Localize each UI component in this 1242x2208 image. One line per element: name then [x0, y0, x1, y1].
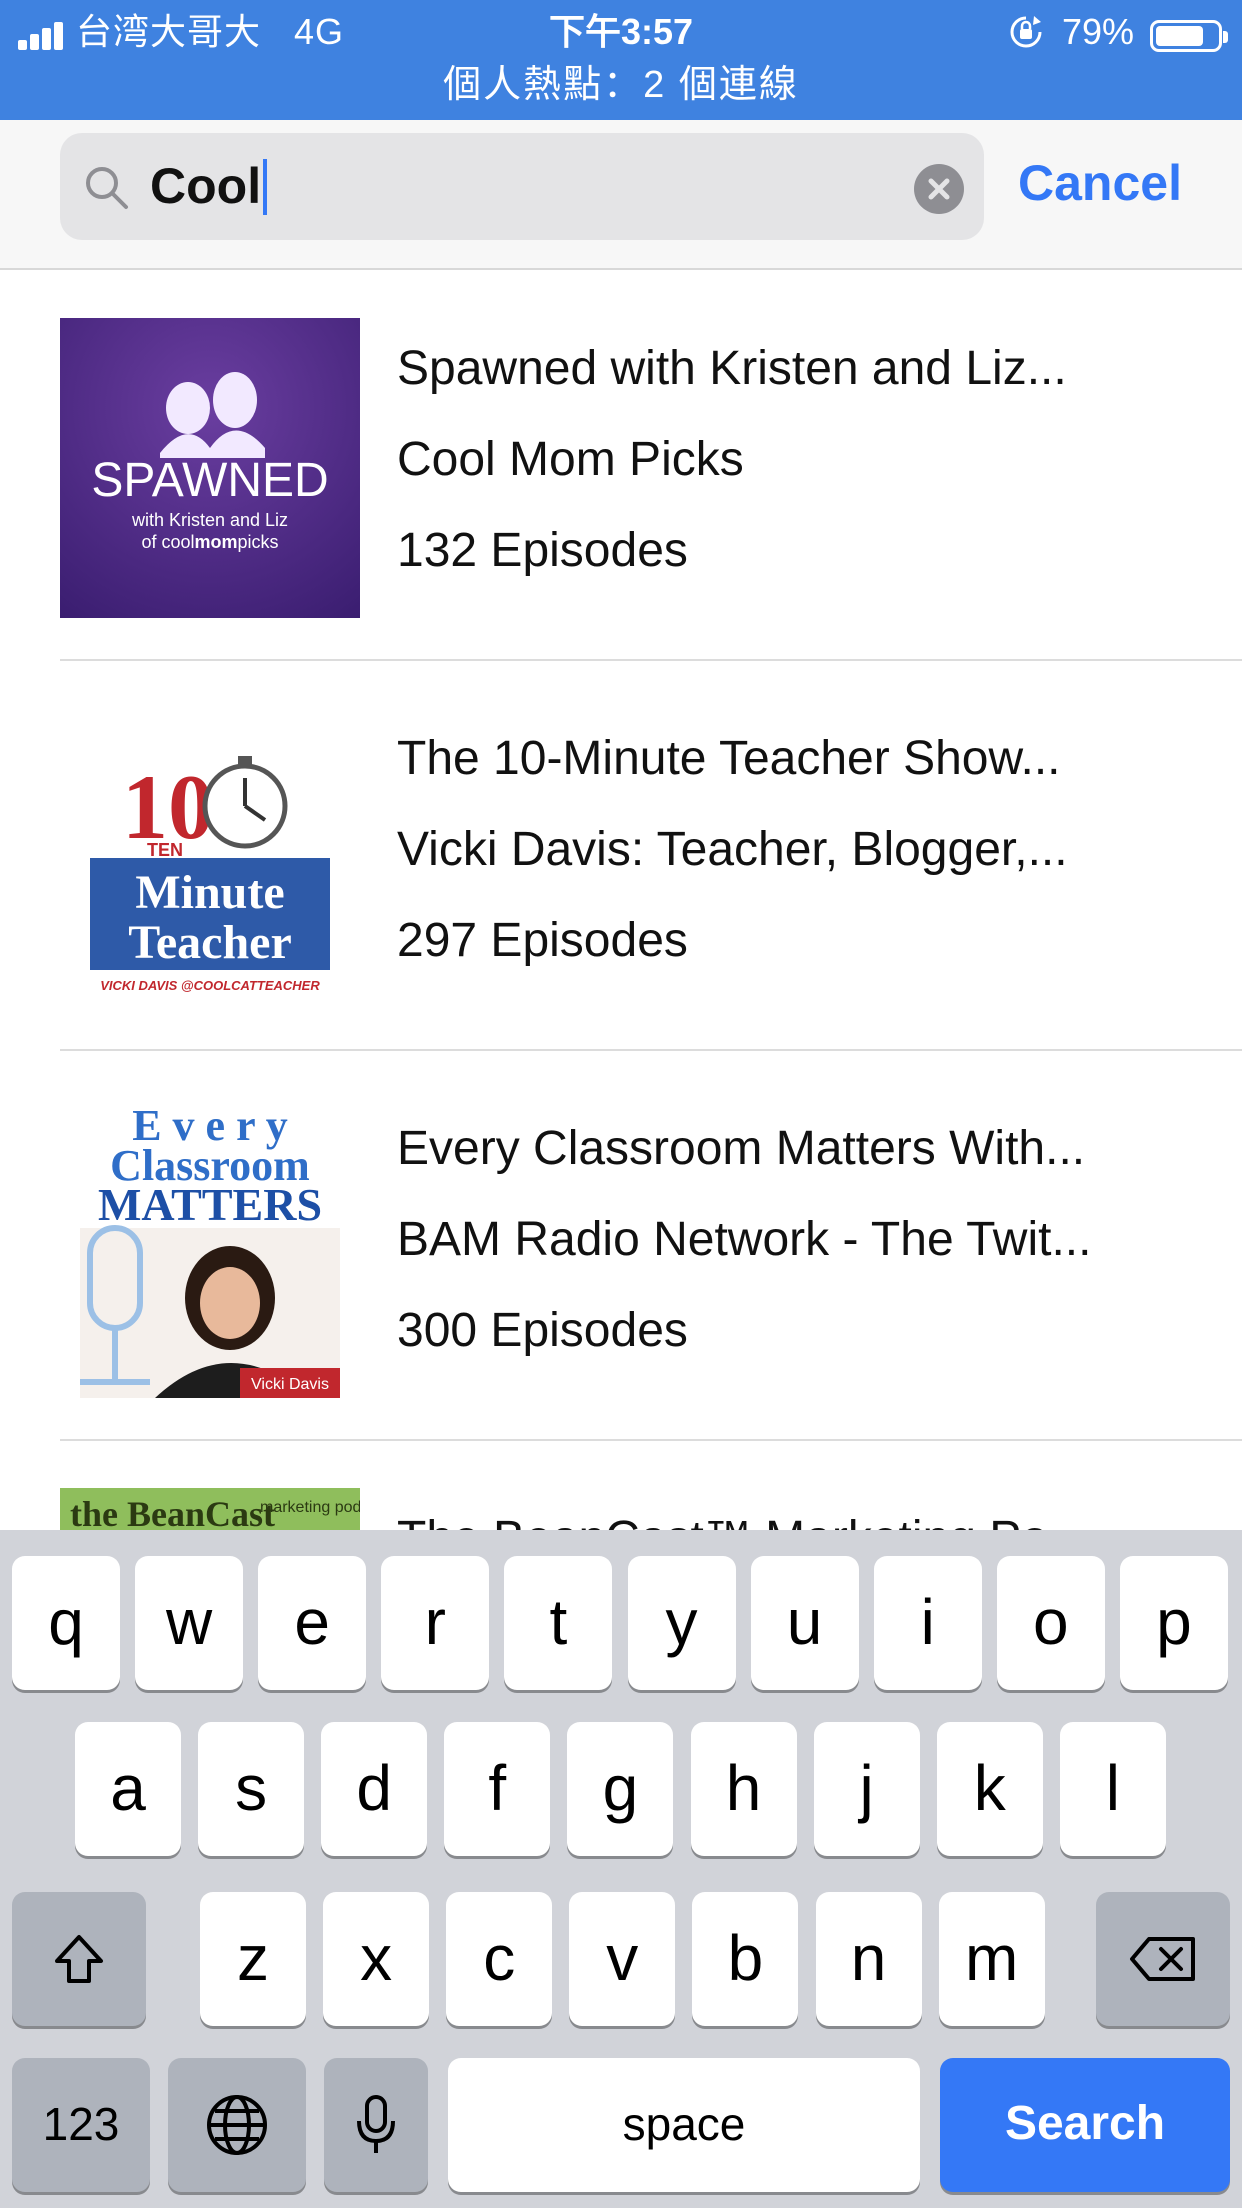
dictation-key[interactable] [324, 2058, 428, 2192]
artwork-line3: MATTERS [98, 1179, 322, 1230]
microphone-icon [357, 2095, 395, 2153]
key[interactable]: u [750, 1556, 859, 1690]
key[interactable]: b [692, 1892, 799, 2026]
artwork-byline: VICKI DAVIS @COOLCATTEACHER [100, 978, 320, 993]
artwork-line2: Teacher [128, 916, 292, 969]
battery-percent: 79% [1062, 11, 1135, 52]
search-key[interactable]: Search [940, 2058, 1230, 2192]
artwork-title: SPAWNED [91, 454, 328, 507]
key[interactable]: r [381, 1556, 490, 1690]
key[interactable]: k [936, 1722, 1043, 1856]
space-key[interactable]: space [448, 2058, 920, 2192]
hotspot-banner[interactable]: 個人熱點：2 個連線 [0, 60, 1242, 110]
podcast-title: Every Classroom Matters With... [397, 1122, 1086, 1175]
key[interactable]: p [1119, 1556, 1228, 1690]
key[interactable]: v [569, 1892, 676, 2026]
podcast-artwork-10-minute-teacher: 10 TEN Minute Teacher VICKI DAVIS @COOLC… [60, 708, 360, 1008]
clear-search-icon[interactable] [914, 164, 964, 214]
artwork-title: the BeanCast [70, 1494, 275, 1534]
search-input[interactable]: Cool [60, 133, 984, 240]
search-bar: Cool Cancel [0, 120, 1242, 270]
clock: 下午3:57 [548, 11, 694, 52]
result-row[interactable]: SPAWNED with Kristen and Liz of coolmomp… [60, 271, 1242, 661]
key[interactable]: z [200, 1892, 306, 2026]
search-query[interactable]: Cool [150, 155, 268, 217]
artwork-illustration: SPAWNED with Kristen and Liz of coolmomp… [91, 372, 329, 552]
key[interactable]: d [321, 1722, 428, 1856]
search-icon [86, 167, 128, 209]
artwork-subtitle-2: of coolmompicks [141, 532, 278, 552]
key[interactable]: s [198, 1722, 305, 1856]
key[interactable]: h [690, 1722, 797, 1856]
podcast-author: Vicki Davis: Teacher, Blogger,... [397, 823, 1068, 876]
key[interactable]: t [504, 1556, 613, 1690]
result-row[interactable]: E v e r y Classroom MATTERS Vicki Davis … [60, 1051, 1242, 1441]
key[interactable]: a [75, 1722, 181, 1856]
artwork-tag: marketing podcast [260, 1499, 360, 1516]
artwork-line1: Minute [135, 866, 284, 919]
rotation-lock-icon [1010, 16, 1042, 48]
episode-count: 297 Episodes [397, 914, 688, 967]
key[interactable]: l [1059, 1722, 1166, 1856]
shift-icon [55, 1935, 103, 1983]
key[interactable]: c [446, 1892, 553, 2026]
key[interactable]: o [996, 1556, 1105, 1690]
battery-icon [1150, 20, 1228, 52]
backspace-key[interactable] [1096, 1892, 1230, 2026]
podcast-artwork-spawned: SPAWNED with Kristen and Liz of coolmomp… [60, 318, 360, 618]
podcast-title: The 10-Minute Teacher Show... [397, 732, 1061, 785]
key[interactable]: q [12, 1556, 120, 1690]
globe-icon [207, 2095, 267, 2155]
podcast-title: Spawned with Kristen and Liz... [397, 342, 1067, 395]
key[interactable]: e [258, 1556, 367, 1690]
podcast-author: BAM Radio Network - The Twit... [397, 1213, 1092, 1266]
text-cursor [263, 158, 268, 215]
artwork-tag: Vicki Davis [251, 1376, 329, 1393]
key[interactable]: y [627, 1556, 736, 1690]
key[interactable]: g [567, 1722, 674, 1856]
key[interactable]: i [873, 1556, 982, 1690]
key[interactable]: j [813, 1722, 920, 1856]
artwork-ten: TEN [147, 840, 183, 860]
key[interactable]: n [815, 1892, 922, 2026]
globe-key[interactable] [168, 2058, 306, 2192]
cancel-button[interactable]: Cancel [1018, 152, 1182, 214]
result-row[interactable]: 10 TEN Minute Teacher VICKI DAVIS @COOLC… [60, 661, 1242, 1051]
shift-key[interactable] [12, 1892, 146, 2026]
key[interactable]: m [938, 1892, 1045, 2026]
status-bar: 台湾大哥大 4G 下午3:57 79% 個人熱點：2 個連線 [0, 0, 1242, 120]
podcast-author: Cool Mom Picks [397, 433, 744, 486]
key[interactable]: f [444, 1722, 551, 1856]
key[interactable]: x [323, 1892, 430, 2026]
backspace-icon [1130, 1937, 1195, 1981]
artwork-illustration: 10 TEN Minute Teacher VICKI DAVIS @COOLC… [90, 756, 330, 993]
keyboard: 123 space Search qwertyuiop asdfghjkl zxcv… [0, 1530, 1242, 2208]
podcast-artwork-every-classroom-matters: E v e r y Classroom MATTERS Vicki Davis [60, 1098, 360, 1398]
numbers-key[interactable]: 123 [12, 2058, 150, 2192]
episode-count: 300 Episodes [397, 1304, 688, 1357]
key[interactable]: w [135, 1556, 244, 1690]
episode-count: 132 Episodes [397, 524, 688, 577]
artwork-subtitle: with Kristen and Liz [131, 510, 288, 530]
artwork-illustration: E v e r y Classroom MATTERS Vicki Davis [80, 1101, 340, 1398]
